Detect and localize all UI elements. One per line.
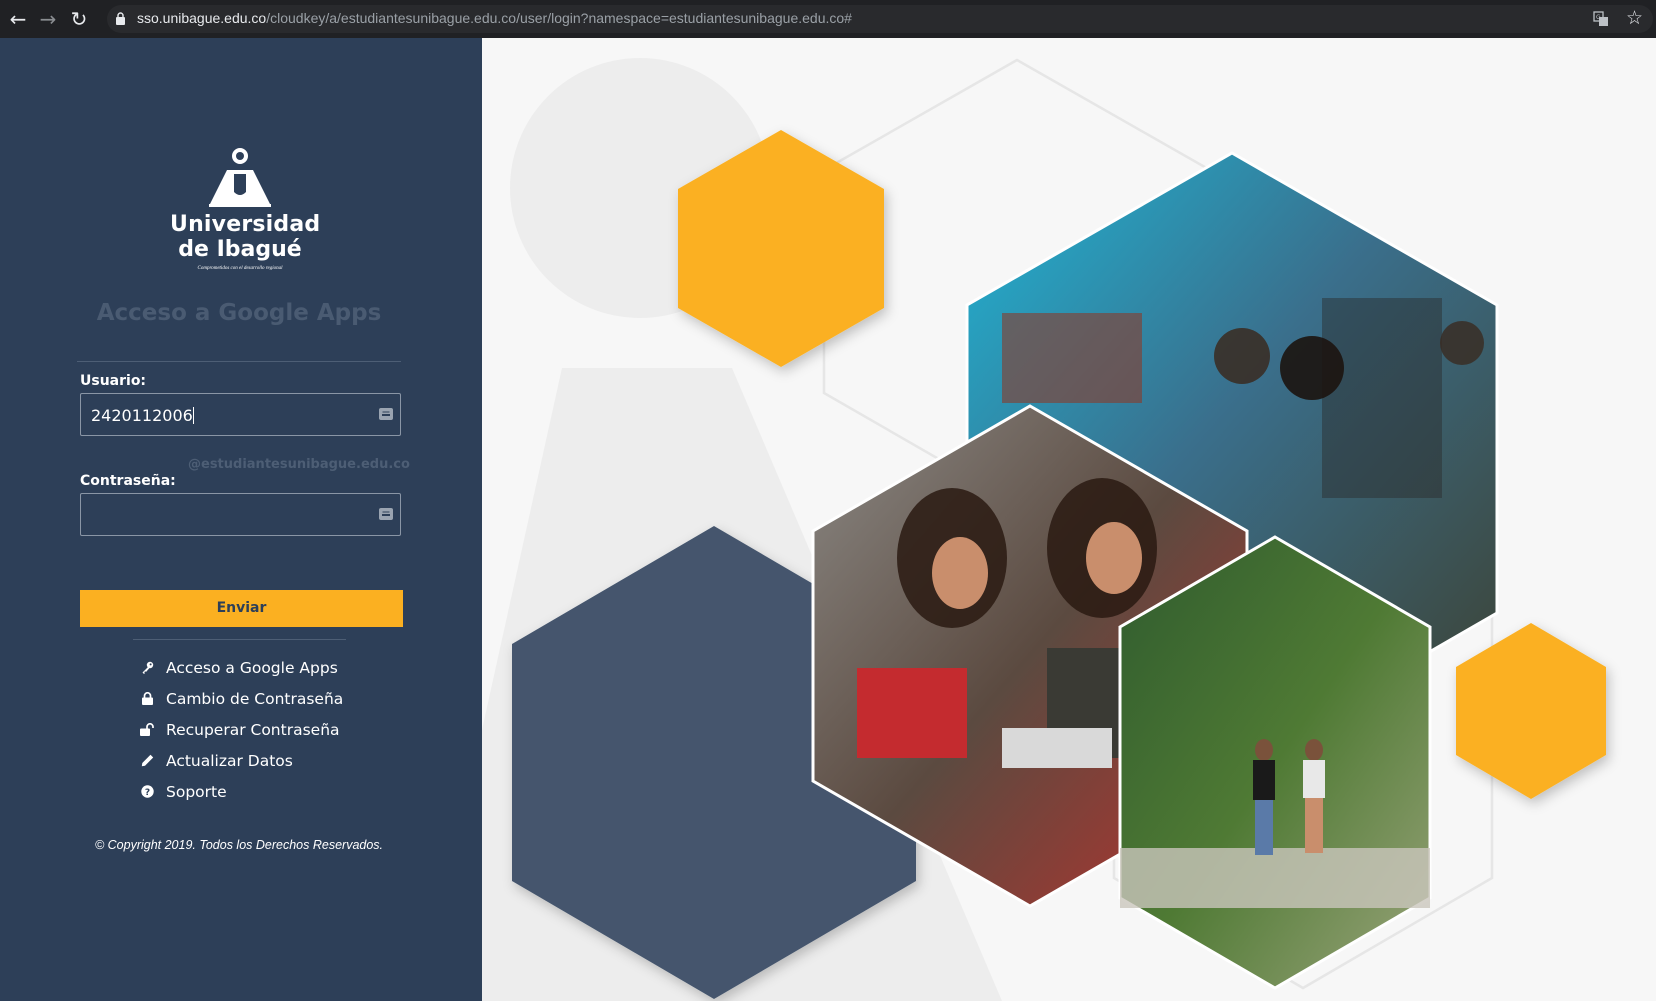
password-label: Contraseña:: [80, 473, 176, 489]
menu-item-change-password[interactable]: Cambio de Contraseña: [140, 683, 343, 714]
svg-text:?: ?: [144, 788, 149, 798]
photo-students-walking: [1118, 535, 1432, 990]
menu-item-label: Soporte: [166, 782, 227, 801]
menu-item-support[interactable]: ? Soporte: [140, 776, 343, 807]
url-path: /cloudkey/a/estudiantesunibague.edu.co/u…: [266, 10, 852, 26]
menu-item-update-data[interactable]: Actualizar Datos: [140, 745, 343, 776]
lock-icon: [116, 12, 125, 25]
hexagon-collage: [482, 58, 1606, 1001]
translate-icon[interactable]: G: [1593, 11, 1609, 27]
divider: [133, 639, 346, 640]
username-field[interactable]: 2420112006: [80, 393, 401, 436]
menu-item-label: Acceso a Google Apps: [166, 658, 338, 677]
key-icon: [140, 661, 154, 675]
menu-list: Acceso a Google Apps Cambio de Contraseñ…: [140, 652, 343, 807]
address-bar[interactable]: sso.unibague.edu.co/cloudkey/a/estudiant…: [107, 5, 1653, 33]
unlock-icon: [140, 723, 154, 737]
logo-line-2: de Ibagué: [178, 237, 302, 262]
browser-toolbar: ← → ↻ sso.unibague.edu.co/cloudkey/a/est…: [0, 0, 1656, 38]
logo-line-1: Universidad: [170, 212, 321, 237]
username-label: Usuario:: [80, 373, 147, 389]
username-input-wrap: 2420112006: [91, 406, 194, 425]
menu-item-label: Recuperar Contraseña: [166, 720, 340, 739]
question-circle-icon: ?: [140, 785, 154, 799]
svg-text:G: G: [1596, 14, 1601, 21]
logo-mark-icon: [209, 148, 271, 207]
domain-hint: @estudiantesunibague.edu.co: [188, 457, 410, 472]
yellow-hexagon-right: [1456, 623, 1606, 799]
password-field[interactable]: [80, 493, 401, 536]
reload-icon[interactable]: ↻: [67, 7, 91, 31]
page-title: Acceso a Google Apps: [96, 300, 382, 326]
pencil-icon: [140, 754, 154, 768]
url-host: sso.unibague.edu.co: [137, 10, 267, 26]
divider: [77, 361, 401, 362]
back-arrow-icon[interactable]: ←: [6, 7, 30, 31]
menu-item-label: Actualizar Datos: [166, 751, 293, 770]
password-manager-icon[interactable]: [379, 408, 393, 420]
logo-tagline: Comprometidos con el desarrollo regional: [197, 266, 283, 271]
forward-arrow-icon[interactable]: →: [36, 7, 60, 31]
text-caret: [192, 407, 194, 424]
lock-icon: [140, 692, 154, 706]
password-manager-icon[interactable]: [379, 508, 393, 520]
username-value: 2420112006: [91, 406, 193, 425]
menu-item-label: Cambio de Contraseña: [166, 689, 344, 708]
hero-illustration: [482, 38, 1656, 1001]
university-logo: Universidad de Ibagué Comprometidos con …: [170, 146, 321, 276]
submit-button[interactable]: Enviar: [80, 590, 403, 627]
bookmark-star-icon[interactable]: ☆: [1626, 7, 1643, 29]
menu-item-google-apps[interactable]: Acceso a Google Apps: [140, 652, 343, 683]
menu-item-recover-password[interactable]: Recuperar Contraseña: [140, 714, 343, 745]
copyright-text: © Copyright 2019. Todos los Derechos Res…: [94, 838, 384, 852]
login-sidebar: Universidad de Ibagué Comprometidos con …: [0, 38, 482, 1001]
url-text: sso.unibague.edu.co/cloudkey/a/estudiant…: [137, 10, 852, 26]
